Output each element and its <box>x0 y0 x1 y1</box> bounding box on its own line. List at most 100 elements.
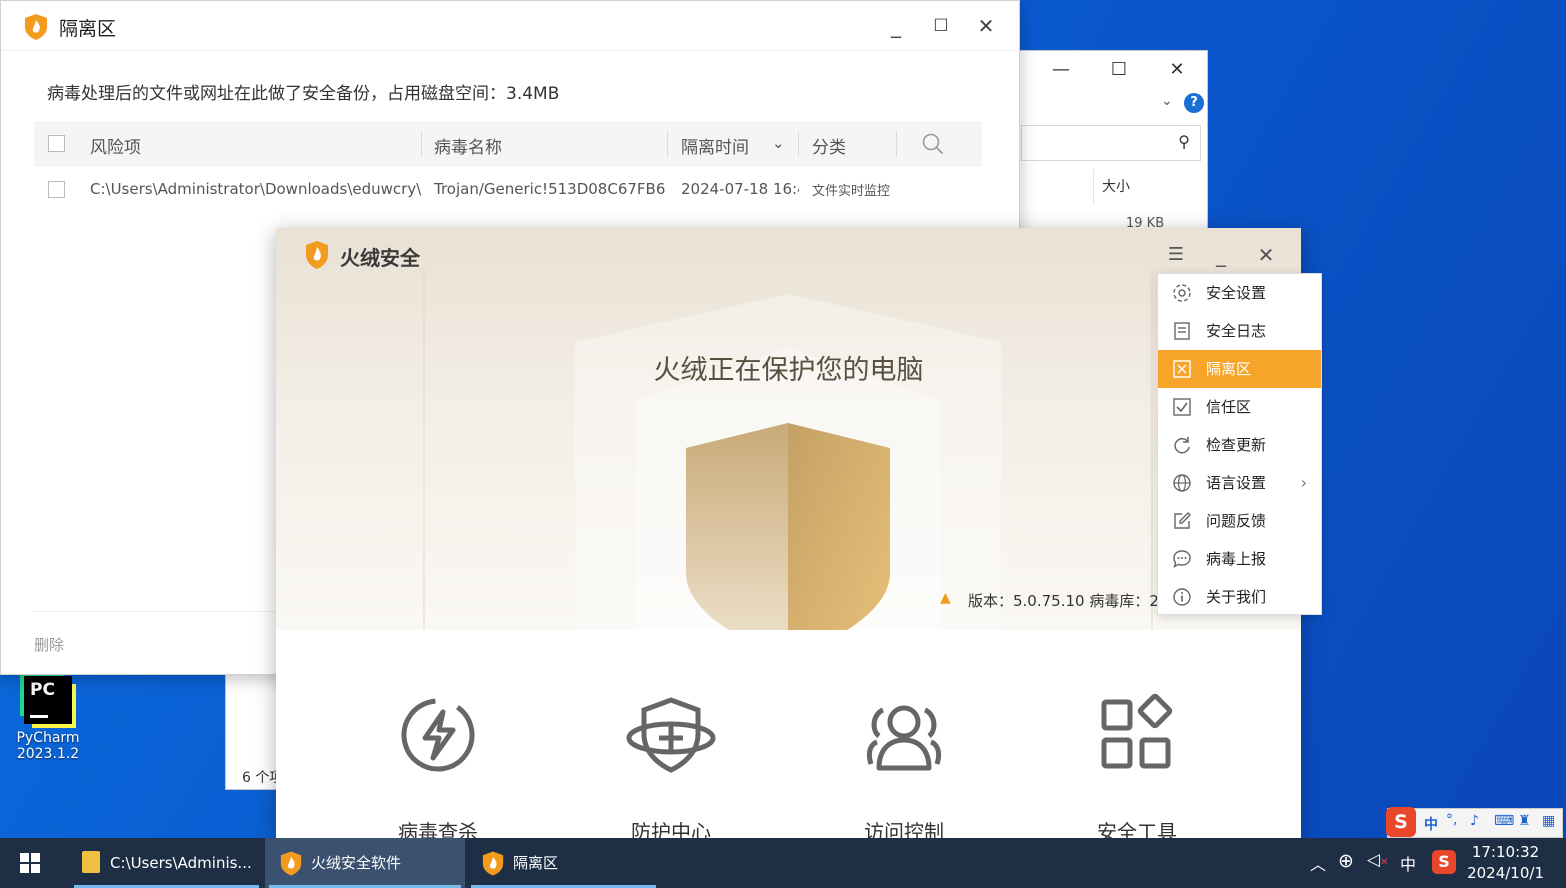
menu-item-label: 病毒上报 <box>1206 550 1267 568</box>
brand-name: 火绒安全 <box>340 246 420 270</box>
folder-icon <box>82 851 100 873</box>
taskbar: C:\Users\Adminis... 火绒安全软件 隔离区 ︿ ⊕ ◁✕ 中 … <box>0 838 1566 888</box>
ime-lang-label[interactable]: 中 <box>1424 814 1438 834</box>
search-input[interactable]: ⚲ <box>1021 125 1201 161</box>
pycharm-icon: PC <box>24 676 72 724</box>
minimize-icon[interactable]: — <box>1041 59 1081 83</box>
column-header-time[interactable]: 隔离时间 <box>681 133 749 158</box>
menu-item-check-update[interactable]: 检查更新 <box>1158 426 1321 464</box>
taskbar-item-explorer[interactable]: C:\Users\Adminis... <box>70 838 263 888</box>
info-icon <box>1173 588 1191 606</box>
taskbar-item-label: 火绒安全软件 <box>311 854 402 872</box>
menu-item-security-log[interactable]: 安全日志 <box>1158 312 1321 350</box>
menu-item-label: 关于我们 <box>1206 588 1267 606</box>
toolbox-icon[interactable]: ▦ <box>1542 813 1555 829</box>
clock-time: 17:10:32 <box>1471 843 1540 861</box>
skin-icon[interactable]: ♜ <box>1518 813 1531 829</box>
sogou-tray-icon[interactable]: S <box>1432 850 1456 874</box>
menu-item-label: 隔离区 <box>1206 360 1252 378</box>
desktop-icon-version: 2023.1.2 <box>16 746 80 762</box>
cell-time: 2024-07-18 16:4 <box>681 180 799 198</box>
feature-protection-center[interactable]: 防护中心 <box>571 690 771 845</box>
column-header-risk[interactable]: 风险项 <box>90 133 141 158</box>
menu-item-label: 信任区 <box>1206 398 1252 416</box>
microphone-icon[interactable]: ♪ <box>1470 813 1479 829</box>
maximize-icon[interactable]: ☐ <box>926 13 956 39</box>
ime-toolbar[interactable]: S 中 °, ♪ ⌨ ♜ ▦ <box>1386 807 1563 838</box>
search-icon[interactable] <box>922 133 944 155</box>
close-icon[interactable]: ✕ <box>1251 242 1281 268</box>
menu-item-trust-zone[interactable]: 信任区 <box>1158 388 1321 426</box>
menu-item-about[interactable]: 关于我们 <box>1158 578 1321 616</box>
menu-item-label: 安全设置 <box>1206 284 1267 302</box>
menu-item-label: 检查更新 <box>1206 436 1267 454</box>
column-header-virus[interactable]: 病毒名称 <box>434 133 502 158</box>
quarantine-footer: 删除 <box>34 611 282 675</box>
upgrade-arrow-icon: ▲ <box>940 590 951 606</box>
chevron-down-icon[interactable]: ⌄ <box>1161 93 1173 109</box>
taskbar-item-quarantine[interactable]: 隔离区 <box>467 838 660 888</box>
huorong-logo-icon <box>482 851 504 876</box>
volume-muted-icon[interactable]: ◁✕ <box>1367 850 1388 870</box>
edit-icon <box>1174 512 1191 529</box>
protection-status: 火绒正在保护您的电脑 <box>653 355 924 386</box>
desktop-icon-label: PyCharm <box>16 730 80 746</box>
hero-panel: 火绒安全 ☰ _ ✕ 火绒正在保护您的电脑 ▲ 版本：5.0.75.10 病毒库… <box>276 228 1301 673</box>
sogou-icon[interactable]: S <box>1386 807 1416 837</box>
huorong-logo-icon <box>25 14 47 40</box>
keyboard-icon[interactable]: ⌨ <box>1494 813 1514 829</box>
help-icon[interactable]: ? <box>1184 93 1204 113</box>
huorong-logo-icon <box>280 851 302 876</box>
column-header-size[interactable]: 大小 <box>1093 169 1193 205</box>
windows-start-icon[interactable] <box>20 853 40 873</box>
feature-virus-scan[interactable]: 病毒查杀 <box>338 690 538 845</box>
menu-icon[interactable]: ☰ <box>1161 242 1191 268</box>
delete-button[interactable]: 删除 <box>34 634 64 655</box>
menu-item-security-settings[interactable]: 安全设置 <box>1158 274 1321 312</box>
table-header: 风险项 病毒名称 隔离时间 ⌄ 分类 <box>34 121 982 167</box>
main-menu-dropdown: 安全设置 安全日志 隔离区 信任区 检查更新 语言设置 › 问题反馈 病毒上报 … <box>1157 273 1322 615</box>
input-language-indicator[interactable]: 中 <box>1400 851 1416 875</box>
title-bar: 隔离区 _ ☐ ✕ <box>1 1 1019 51</box>
cell-virus: Trojan/Generic!513D08C67FB60 <box>434 180 666 198</box>
minimize-icon[interactable]: _ <box>1206 242 1236 268</box>
menu-item-label: 语言设置 <box>1206 474 1267 492</box>
taskbar-item-label: 隔离区 <box>513 854 559 872</box>
desktop-icon-pycharm[interactable]: PC PyCharm 2023.1.2 <box>8 676 88 762</box>
menu-item-language[interactable]: 语言设置 › <box>1158 464 1321 502</box>
menu-item-feedback[interactable]: 问题反馈 <box>1158 502 1321 540</box>
taskbar-item-huorong[interactable]: 火绒安全软件 <box>265 838 465 888</box>
shield-plus-icon <box>626 697 716 773</box>
table-row[interactable]: C:\Users\Administrator\Downloads\eduwcry… <box>34 169 982 211</box>
search-icon: ⚲ <box>1178 132 1190 151</box>
menu-item-report-virus[interactable]: 病毒上报 <box>1158 540 1321 578</box>
log-icon <box>1174 322 1190 340</box>
huorong-main-window: 火绒安全 ☰ _ ✕ 火绒正在保护您的电脑 ▲ 版本：5.0.75.10 病毒库… <box>276 228 1301 844</box>
maximize-icon[interactable]: ☐ <box>1099 59 1139 83</box>
taskbar-item-label: C:\Users\Adminis... <box>110 854 252 872</box>
gear-icon <box>1173 284 1191 302</box>
refresh-icon <box>1174 437 1190 454</box>
apps-icon <box>1101 693 1173 769</box>
row-checkbox[interactable] <box>48 181 65 198</box>
minimize-icon[interactable]: _ <box>881 13 911 39</box>
feature-access-control[interactable]: 访问控制 <box>804 690 1004 845</box>
select-all-checkbox[interactable] <box>48 135 65 152</box>
close-icon[interactable]: ✕ <box>971 13 1001 39</box>
column-header-category[interactable]: 分类 <box>812 133 846 158</box>
menu-item-label: 问题反馈 <box>1206 512 1267 530</box>
menu-item-quarantine[interactable]: 隔离区 <box>1158 350 1321 388</box>
chevron-up-icon[interactable]: ︿ <box>1310 851 1326 875</box>
chat-icon <box>1173 550 1191 568</box>
system-clock[interactable]: 17:10:32 2024/10/1 <box>1467 842 1544 884</box>
punctuation-icon[interactable]: °, <box>1446 812 1457 828</box>
version-label: 版本：5.0.75.10 <box>968 592 1085 610</box>
feature-security-tools[interactable]: 安全工具 <box>1037 690 1237 845</box>
network-globe-icon[interactable]: ⊕ <box>1338 850 1354 872</box>
close-icon[interactable]: ✕ <box>1157 59 1197 83</box>
menu-item-label: 安全日志 <box>1206 322 1267 340</box>
sort-chevron-icon[interactable]: ⌄ <box>772 134 785 152</box>
lightning-icon <box>401 698 475 772</box>
cell-risk: C:\Users\Administrator\Downloads\eduwcry… <box>90 180 422 198</box>
quarantine-description: 病毒处理后的文件或网址在此做了安全备份，占用磁盘空间：3.4MB <box>47 84 560 104</box>
